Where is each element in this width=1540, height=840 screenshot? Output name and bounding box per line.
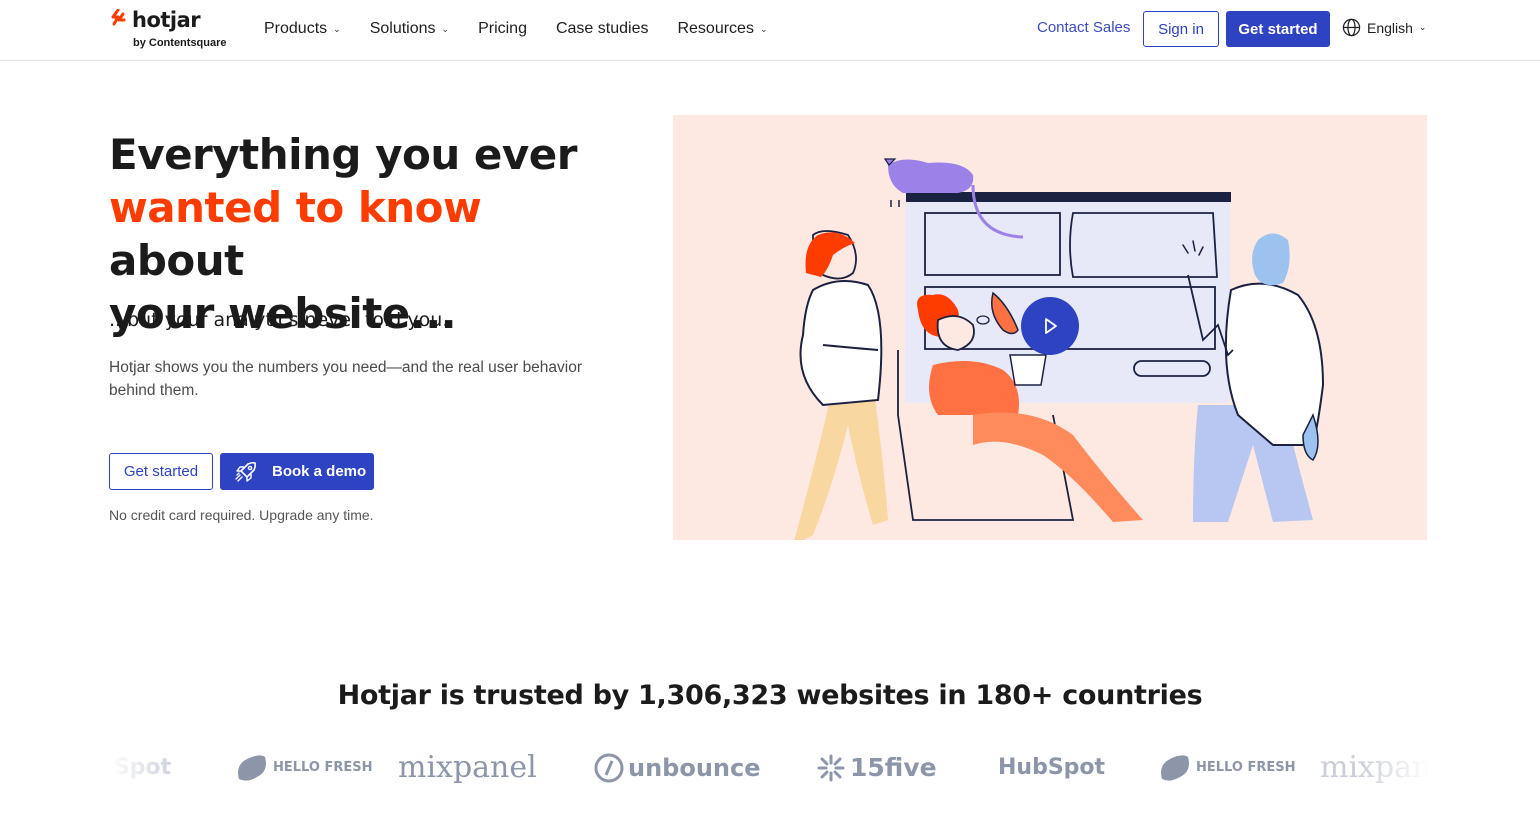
hero-get-started-button[interactable]: Get started — [109, 453, 213, 490]
hero-description: Hotjar shows you the numbers you need—an… — [109, 359, 583, 399]
play-icon — [1045, 318, 1057, 334]
hotjar-logo[interactable]: hotjar by Contentsquare — [109, 6, 239, 54]
no-credit-card-note: No credit card required. Upgrade any tim… — [109, 507, 374, 523]
hero-title-accent: wanted to know — [109, 183, 482, 232]
nav-pricing[interactable]: Pricing — [478, 18, 527, 40]
customer-logo-mixpanel: mixpanel — [398, 745, 537, 790]
nav-resources[interactable]: Resources ⌄ — [677, 18, 767, 40]
trusted-heading: Hotjar is trusted by 1,306,323 websites … — [337, 680, 1203, 711]
customer-logo-hubspot-2: HubSpot — [998, 745, 1105, 790]
15five-logo-text: 15five — [850, 753, 937, 782]
nav-solutions-label: Solutions — [369, 20, 436, 37]
hero-subtitle: ...but your analytics never told you. — [109, 309, 449, 331]
rocket-icon — [235, 461, 257, 482]
language-label: English — [1367, 19, 1413, 36]
mixpanel-logo-text: mixpanel — [398, 750, 537, 785]
hotjar-flame-icon — [111, 9, 126, 26]
book-demo-label: Book a demo — [272, 463, 367, 480]
hero-title-line1: Everything you ever — [109, 130, 577, 179]
chevron-down-icon: ⌄ — [1418, 22, 1427, 32]
customer-logos-strip: HubSpot HELLO FRESH mixpanel unbounce 15… — [109, 745, 1427, 790]
customer-logo-hellofresh-2: HELLO FRESH — [1158, 745, 1296, 790]
logo-strip-fade-left — [109, 740, 179, 795]
chevron-down-icon: ⌄ — [759, 23, 768, 34]
unbounce-logo-text: unbounce — [628, 753, 761, 782]
chevron-down-icon: ⌄ — [441, 23, 450, 34]
15five-star-icon — [817, 754, 845, 781]
logo-wordmark: hotjar — [132, 8, 201, 32]
nav-case-studies-label: Case studies — [555, 20, 649, 37]
customer-logo-unbounce: unbounce — [594, 745, 761, 790]
chevron-down-icon: ⌄ — [333, 23, 341, 34]
main-nav: Products ⌄ Solutions ⌄ Pricing Case stud… — [264, 18, 797, 40]
unbounce-mark-icon — [594, 753, 624, 782]
nav-resources-label: Resources — [677, 20, 754, 37]
customer-logo-15five: 15five — [816, 745, 937, 790]
hero-title-after-accent: about — [109, 236, 244, 285]
hellofresh-lime-icon — [238, 754, 266, 781]
nav-products[interactable]: Products ⌄ — [264, 18, 341, 40]
language-selector[interactable]: English ⌄ — [1342, 18, 1426, 37]
nav-products-label: Products — [264, 20, 328, 37]
nav-case-studies[interactable]: Case studies — [556, 18, 649, 40]
sign-in-button[interactable]: Sign in — [1143, 11, 1219, 47]
logo-strip-fade-right — [1360, 740, 1430, 795]
play-video-button[interactable] — [1021, 297, 1079, 355]
customer-logo-hellofresh: HELLO FRESH — [235, 745, 373, 790]
contact-sales-link[interactable]: Contact Sales — [1037, 19, 1130, 36]
nav-pricing-label: Pricing — [478, 20, 527, 37]
nav-solutions[interactable]: Solutions ⌄ — [370, 18, 449, 40]
book-demo-button[interactable]: Book a demo — [220, 453, 374, 490]
hubspot-logo-text: HubSpot — [998, 755, 1106, 780]
hellofresh-lime-icon — [1161, 754, 1189, 781]
header-get-started-button[interactable]: Get started — [1226, 11, 1330, 47]
site-header: hotjar by Contentsquare Products ⌄ Solut… — [0, 0, 1540, 61]
hellofresh-logo-text: HELLO FRESH — [1196, 760, 1296, 775]
globe-icon — [1342, 18, 1361, 37]
hellofresh-logo-text: HELLO FRESH — [273, 760, 373, 775]
logo-subtitle: by Contentsquare — [133, 37, 227, 49]
